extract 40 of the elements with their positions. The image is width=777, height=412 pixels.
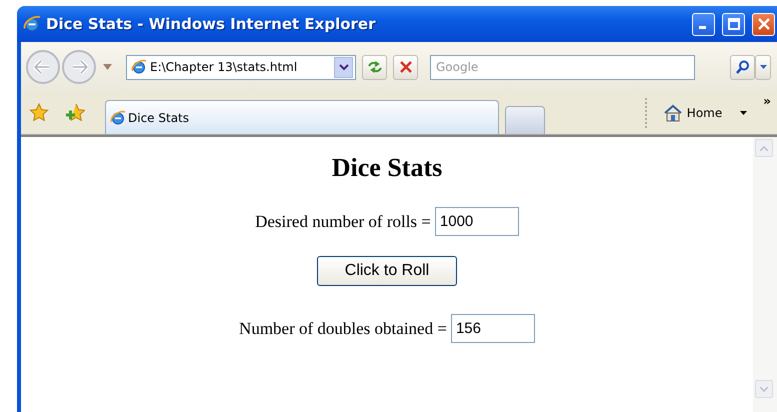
stop-button[interactable] [393, 54, 418, 80]
forward-button[interactable] [61, 49, 97, 85]
close-button[interactable] [752, 12, 775, 36]
minimize-icon [698, 26, 706, 29]
home-icon [662, 104, 683, 122]
scroll-down-button[interactable] [755, 380, 773, 398]
browser-logo-icon [23, 15, 41, 33]
star-icon[interactable] [29, 103, 49, 123]
stop-icon [400, 61, 412, 73]
back-button[interactable] [25, 49, 61, 85]
browser-tab[interactable]: Dice Stats [105, 100, 499, 134]
new-tab-button[interactable] [505, 106, 545, 134]
search-options-button[interactable] [755, 54, 771, 80]
maximize-icon [728, 18, 740, 30]
field-label: Desired number of rolls = [255, 212, 431, 232]
page-heading: Dice Stats [332, 153, 442, 183]
rolls-input-field[interactable]: 1000 [434, 207, 519, 236]
add-favorite-icon[interactable] [65, 103, 85, 123]
caret-icon [740, 111, 748, 115]
search-field[interactable]: Google [430, 54, 695, 80]
window-title: Dice Stats - Windows Internet Explorer [46, 15, 376, 33]
field-label: Number of doubles obtained = [239, 318, 447, 338]
browser-logo-icon [110, 110, 126, 126]
caret-icon [760, 65, 766, 69]
browser-logo-icon [131, 59, 147, 75]
home-button[interactable]: Home [662, 104, 748, 122]
search-button[interactable] [730, 54, 755, 80]
dropdown-icon [338, 64, 348, 70]
refresh-icon [366, 60, 382, 74]
more-tools-button[interactable]: » [763, 94, 771, 108]
address-bar[interactable]: E:\Chapter 13\stats.html [126, 54, 356, 80]
search-icon [736, 60, 750, 74]
close-icon [758, 18, 770, 30]
scroll-up-button[interactable] [755, 139, 773, 157]
doubles-output-field[interactable]: 156 [450, 314, 535, 343]
history-dropdown-icon[interactable] [103, 64, 112, 70]
refresh-button[interactable] [362, 54, 387, 80]
roll-button[interactable]: Click to Roll [317, 256, 457, 286]
minimize-button[interactable] [692, 12, 715, 36]
maximize-button[interactable] [722, 12, 745, 36]
